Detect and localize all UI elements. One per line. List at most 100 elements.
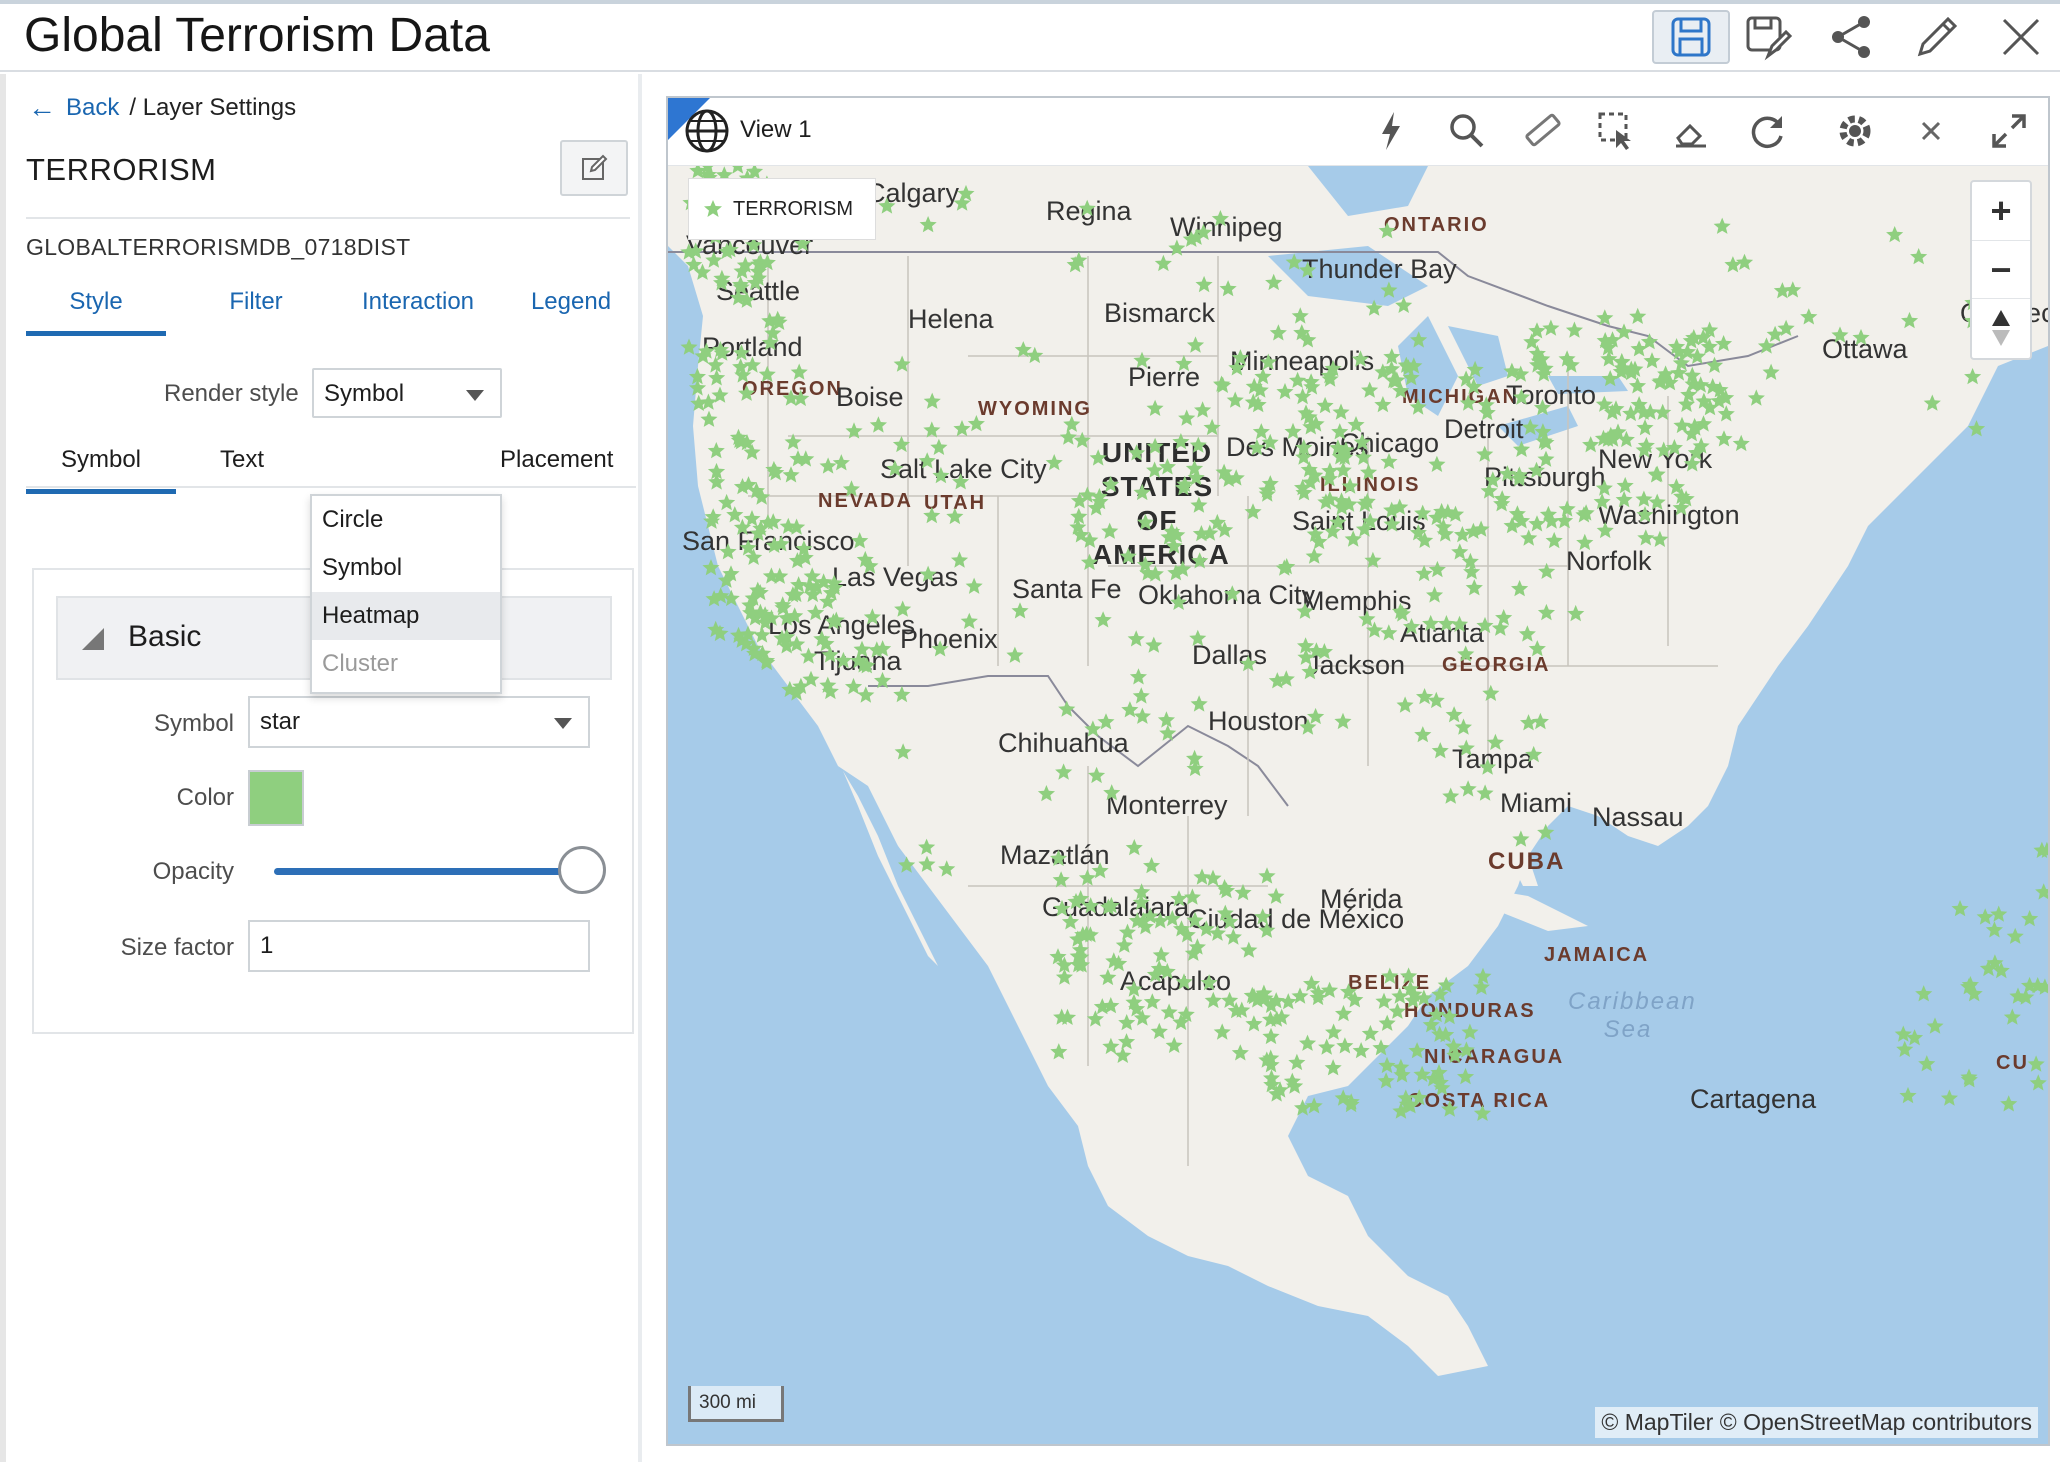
zoom-in-button[interactable]: + — [1972, 182, 2030, 240]
terrorism-star-marker[interactable] — [1576, 533, 1594, 551]
terrorism-star-marker[interactable] — [1715, 430, 1733, 447]
terrorism-star-marker[interactable] — [1288, 1053, 1306, 1071]
terrorism-star-marker[interactable] — [1582, 436, 1600, 453]
terrorism-star-marker[interactable] — [1615, 323, 1633, 340]
terrorism-star-marker[interactable] — [1354, 448, 1372, 465]
terrorism-star-marker[interactable] — [1344, 530, 1362, 547]
terrorism-star-marker[interactable] — [1352, 1042, 1370, 1059]
terrorism-star-marker[interactable] — [743, 356, 761, 373]
terrorism-star-marker[interactable] — [1655, 441, 1673, 458]
terrorism-star-marker[interactable] — [1375, 992, 1393, 1009]
terrorism-star-marker[interactable] — [1451, 615, 1469, 632]
terrorism-star-marker[interactable] — [1545, 531, 1563, 549]
terrorism-star-marker[interactable] — [726, 506, 744, 523]
edit-button[interactable] — [1898, 10, 1976, 64]
terrorism-star-marker[interactable] — [1037, 785, 1055, 802]
terrorism-star-marker[interactable] — [1651, 530, 1669, 547]
size-factor-input[interactable]: 1 — [248, 920, 590, 972]
terrorism-star-marker[interactable] — [718, 493, 736, 511]
terrorism-star-marker[interactable] — [1347, 416, 1365, 433]
terrorism-star-marker[interactable] — [1601, 370, 1619, 387]
terrorism-star-marker[interactable] — [1186, 759, 1204, 777]
terrorism-star-marker[interactable] — [960, 612, 978, 629]
terrorism-star-marker[interactable] — [1629, 377, 1647, 394]
terrorism-star-marker[interactable] — [1437, 615, 1455, 632]
terrorism-star-marker[interactable] — [898, 856, 916, 873]
terrorism-star-marker[interactable] — [1118, 1033, 1136, 1050]
terrorism-symbol-layer[interactable] — [668, 166, 2048, 1444]
terrorism-star-marker[interactable] — [1334, 712, 1352, 730]
terrorism-star-marker[interactable] — [869, 416, 887, 433]
terrorism-star-marker[interactable] — [1136, 513, 1154, 530]
close-icon[interactable] — [1908, 108, 1954, 154]
terrorism-star-marker[interactable] — [1245, 1015, 1263, 1032]
terrorism-star-marker[interactable] — [1482, 684, 1500, 701]
terrorism-star-marker[interactable] — [1426, 586, 1444, 603]
terrorism-star-marker[interactable] — [1715, 335, 1733, 352]
terrorism-star-marker[interactable] — [1244, 503, 1262, 520]
terrorism-star-marker[interactable] — [1118, 1014, 1136, 1031]
terrorism-star-marker[interactable] — [1511, 580, 1529, 597]
terrorism-star-marker[interactable] — [1084, 720, 1102, 737]
terrorism-star-marker[interactable] — [1408, 1042, 1426, 1059]
terrorism-star-marker[interactable] — [767, 464, 785, 481]
terrorism-star-marker[interactable] — [1918, 1055, 1936, 1072]
terrorism-star-marker[interactable] — [1132, 893, 1150, 910]
terrorism-star-marker[interactable] — [1520, 714, 1538, 731]
terrorism-star-marker[interactable] — [689, 379, 707, 396]
terrorism-star-marker[interactable] — [923, 421, 941, 438]
terrorism-star-marker[interactable] — [1055, 968, 1073, 985]
terrorism-star-marker[interactable] — [1170, 593, 1188, 610]
terrorism-star-marker[interactable] — [1852, 328, 1870, 346]
terrorism-star-marker[interactable] — [707, 442, 725, 459]
terrorism-star-marker[interactable] — [1762, 363, 1780, 380]
symbol-select[interactable]: star — [248, 696, 590, 748]
terrorism-star-marker[interactable] — [1381, 967, 1399, 984]
terrorism-star-marker[interactable] — [1636, 506, 1654, 523]
terrorism-star-marker[interactable] — [1512, 830, 1530, 847]
terrorism-star-marker[interactable] — [1315, 643, 1333, 660]
terrorism-star-marker[interactable] — [1915, 985, 1933, 1002]
terrorism-star-marker[interactable] — [1296, 602, 1314, 619]
terrorism-star-marker[interactable] — [874, 671, 892, 689]
terrorism-star-marker[interactable] — [2000, 1095, 2018, 1112]
terrorism-star-marker[interactable] — [1361, 1024, 1379, 1042]
terrorism-star-marker[interactable] — [1305, 547, 1323, 564]
terrorism-star-marker[interactable] — [1457, 1067, 1475, 1085]
terrorism-star-marker[interactable] — [2035, 883, 2048, 900]
terrorism-star-marker[interactable] — [1197, 920, 1215, 937]
tab-filter[interactable]: Filter — [196, 288, 316, 336]
terrorism-star-marker[interactable] — [1213, 1023, 1231, 1040]
terrorism-star-marker[interactable] — [1115, 936, 1133, 953]
terrorism-star-marker[interactable] — [1145, 636, 1163, 653]
terrorism-star-marker[interactable] — [702, 559, 720, 576]
terrorism-star-marker[interactable] — [707, 356, 725, 373]
terrorism-star-marker[interactable] — [953, 420, 971, 437]
save-as-button[interactable] — [1728, 10, 1806, 64]
terrorism-star-marker[interactable] — [1910, 248, 1928, 265]
terrorism-star-marker[interactable] — [1089, 449, 1107, 466]
terrorism-star-marker[interactable] — [894, 600, 912, 617]
terrorism-star-marker[interactable] — [1219, 280, 1237, 297]
terrorism-star-marker[interactable] — [918, 855, 936, 872]
terrorism-star-marker[interactable] — [1361, 381, 1379, 398]
terrorism-star-marker[interactable] — [1465, 579, 1483, 596]
terrorism-star-marker[interactable] — [1673, 416, 1691, 434]
terrorism-star-marker[interactable] — [842, 480, 860, 497]
terrorism-star-marker[interactable] — [1165, 1036, 1183, 1053]
terrorism-star-marker[interactable] — [1567, 604, 1585, 622]
terrorism-star-marker[interactable] — [1395, 296, 1413, 313]
terrorism-star-marker[interactable] — [931, 640, 949, 657]
option-circle[interactable]: Circle — [312, 496, 500, 544]
terrorism-star-marker[interactable] — [1537, 450, 1555, 467]
terrorism-star-marker[interactable] — [1175, 354, 1193, 372]
terrorism-star-marker[interactable] — [1383, 515, 1401, 532]
terrorism-star-marker[interactable] — [1226, 391, 1244, 408]
terrorism-star-marker[interactable] — [1045, 454, 1063, 471]
terrorism-star-marker[interactable] — [1252, 423, 1270, 440]
terrorism-star-marker[interactable] — [1615, 490, 1633, 508]
terrorism-star-marker[interactable] — [1143, 857, 1161, 874]
terrorism-star-marker[interactable] — [1059, 428, 1077, 445]
terrorism-star-marker[interactable] — [738, 384, 756, 401]
terrorism-star-marker[interactable] — [1101, 522, 1119, 539]
